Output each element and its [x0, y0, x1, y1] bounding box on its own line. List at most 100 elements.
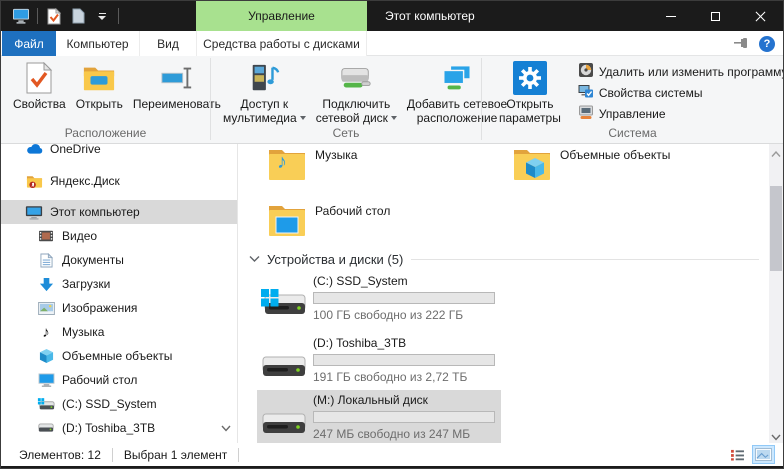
files-pane: ♪ Музыка Объемные объекты Рабочий стол	[239, 144, 783, 443]
open-button[interactable]: Открыть	[71, 59, 128, 113]
status-separator	[238, 448, 239, 462]
scrollbar-thumb[interactable]	[770, 186, 782, 271]
sidebar-item-yandex-disk[interactable]: Яндекс.Диск	[1, 169, 237, 193]
folder-label: Музыка	[315, 148, 357, 189]
music-icon: ♪	[37, 323, 55, 341]
titlebar: Управление Этот компьютер	[1, 1, 783, 31]
vertical-scrollbar[interactable]	[769, 144, 783, 443]
desktop-folder-icon	[267, 201, 307, 239]
group-label-system: Система	[482, 126, 783, 140]
contextual-tab-header[interactable]: Управление	[196, 1, 367, 31]
scroll-up-icon[interactable]	[771, 147, 781, 157]
rename-icon	[160, 61, 194, 95]
computer-management-icon	[578, 104, 594, 123]
folder-label: Объемные объекты	[560, 148, 670, 189]
sidebar-item-label: Яндекс.Диск	[50, 174, 120, 188]
sidebar-item-label: OneDrive	[50, 144, 101, 156]
close-button[interactable]	[738, 1, 783, 31]
sidebar-item-downloads[interactable]: Загрузки	[1, 272, 237, 296]
content-area: OneDrive Яндекс.Диск Этот компьютер	[1, 144, 783, 443]
drive-free-space: 191 ГБ свободно из 2,72 ТБ	[313, 370, 467, 384]
tab-file[interactable]: Файл	[2, 31, 56, 56]
drive-icon	[37, 419, 55, 437]
sidebar-item-this-pc[interactable]: Этот компьютер	[1, 200, 237, 224]
sidebar-item-onedrive[interactable]: OneDrive	[1, 144, 237, 161]
tab-computer[interactable]: Компьютер	[56, 31, 140, 56]
sidebar-item-label: Объемные объекты	[62, 349, 172, 363]
folder-label: Рабочий стол	[315, 204, 390, 245]
system-properties-button[interactable]: Свойства системы	[574, 82, 784, 103]
details-view-button[interactable]	[726, 445, 749, 464]
new-item-icon[interactable]	[66, 5, 90, 27]
drive-name: (D:) Toshiba_3TB	[313, 336, 406, 350]
window-controls	[648, 1, 783, 31]
computer-management-button[interactable]: Управление	[574, 103, 784, 124]
ribbon-tab-row: Файл Компьютер Вид Средства работы с дис…	[1, 31, 783, 56]
drive-usage-bar	[313, 354, 495, 366]
minimize-button[interactable]	[648, 1, 693, 31]
sidebar-item-label: (C:) SSD_System	[62, 397, 157, 411]
toolbar-separator	[118, 8, 119, 24]
group-label-network: Сеть	[211, 126, 481, 140]
properties-button[interactable]: Свойства	[8, 59, 71, 113]
system-drive-icon	[37, 395, 55, 413]
sidebar-item-documents[interactable]: Документы	[1, 248, 237, 272]
this-pc-icon	[25, 203, 43, 221]
media-access-button[interactable]: Доступ кмультимедиа	[218, 59, 311, 127]
tab-view[interactable]: Вид	[140, 31, 197, 56]
pin-ribbon-icon[interactable]	[734, 36, 749, 52]
this-pc-icon[interactable]	[9, 5, 33, 27]
customize-toolbar-chevron[interactable]	[90, 5, 114, 27]
uninstall-program-button[interactable]: Удалить или изменить программу	[574, 61, 784, 82]
map-network-drive-button[interactable]: Подключитьсетевой диск	[311, 59, 402, 127]
sidebar-item-drive-d[interactable]: (D:) Toshiba_3TB	[1, 416, 237, 440]
toolbar-separator	[37, 8, 38, 24]
button-label: Удалить или изменить программу	[599, 65, 784, 79]
onedrive-icon	[25, 144, 43, 158]
sidebar-item-pictures[interactable]: Изображения	[1, 296, 237, 320]
dropdown-arrow-icon	[300, 116, 306, 120]
large-icons-view-button[interactable]	[752, 445, 775, 464]
button-label: Свойства	[13, 97, 66, 111]
button-label: Открытьпараметры	[499, 97, 561, 125]
drive-tile-m[interactable]: (M:) Локальный диск 247 МБ свободно из 2…	[257, 390, 501, 446]
drive-icon	[259, 406, 307, 442]
drive-tile-d[interactable]: (D:) Toshiba_3TB 191 ГБ свободно из 2,72…	[257, 333, 501, 389]
documents-icon	[37, 251, 55, 269]
ribbon-group-system: Открытьпараметры Удалить или изменить пр…	[482, 56, 783, 143]
maximize-button[interactable]	[693, 1, 738, 31]
tab-drive-tools[interactable]: Средства работы с дисками	[197, 31, 367, 56]
sidebar-item-label: Изображения	[62, 301, 137, 315]
help-icon[interactable]: ?	[759, 36, 775, 52]
3d-objects-folder-icon	[512, 145, 552, 183]
sidebar-item-label: Рабочий стол	[62, 373, 137, 387]
button-label: Управление	[599, 107, 666, 121]
ribbon-group-network: Доступ кмультимедиа Подключитьсетевой ди…	[211, 56, 481, 143]
sidebar-item-drive-c[interactable]: (C:) SSD_System	[1, 392, 237, 416]
open-settings-button[interactable]: Открытьпараметры	[494, 59, 566, 127]
folder-tile-desktop[interactable]: Рабочий стол	[267, 201, 505, 245]
section-rule	[411, 259, 759, 260]
sidebar-item-desktop[interactable]: Рабочий стол	[1, 368, 237, 392]
map-network-drive-icon	[339, 61, 373, 95]
sidebar-item-videos[interactable]: Видео	[1, 224, 237, 248]
uninstall-program-icon	[578, 62, 594, 81]
folder-tile-music[interactable]: ♪ Музыка	[267, 145, 505, 189]
media-access-icon	[247, 61, 281, 95]
desktop-icon	[37, 371, 55, 389]
window-bottom-border	[1, 466, 783, 468]
dropdown-arrow-icon	[391, 116, 397, 120]
folder-tile-3d-objects[interactable]: Объемные объекты	[512, 145, 750, 189]
sidebar-scroll-down-icon[interactable]	[221, 421, 231, 435]
group-label-location: Расположение	[1, 126, 210, 140]
pictures-icon	[37, 299, 55, 317]
drive-tile-c[interactable]: (C:) SSD_System 100 ГБ свободно из 222 Г…	[257, 271, 501, 327]
scroll-down-icon[interactable]	[771, 430, 781, 440]
sidebar-item-3d-objects[interactable]: Объемные объекты	[1, 344, 237, 368]
properties-icon[interactable]	[42, 5, 66, 27]
sidebar-item-music[interactable]: ♪ Музыка	[1, 320, 237, 344]
drive-name: (C:) SSD_System	[313, 274, 408, 288]
drive-name: (M:) Локальный диск	[313, 393, 428, 407]
sidebar-item-label: Документы	[62, 253, 124, 267]
collapse-chevron-icon[interactable]	[249, 252, 260, 266]
